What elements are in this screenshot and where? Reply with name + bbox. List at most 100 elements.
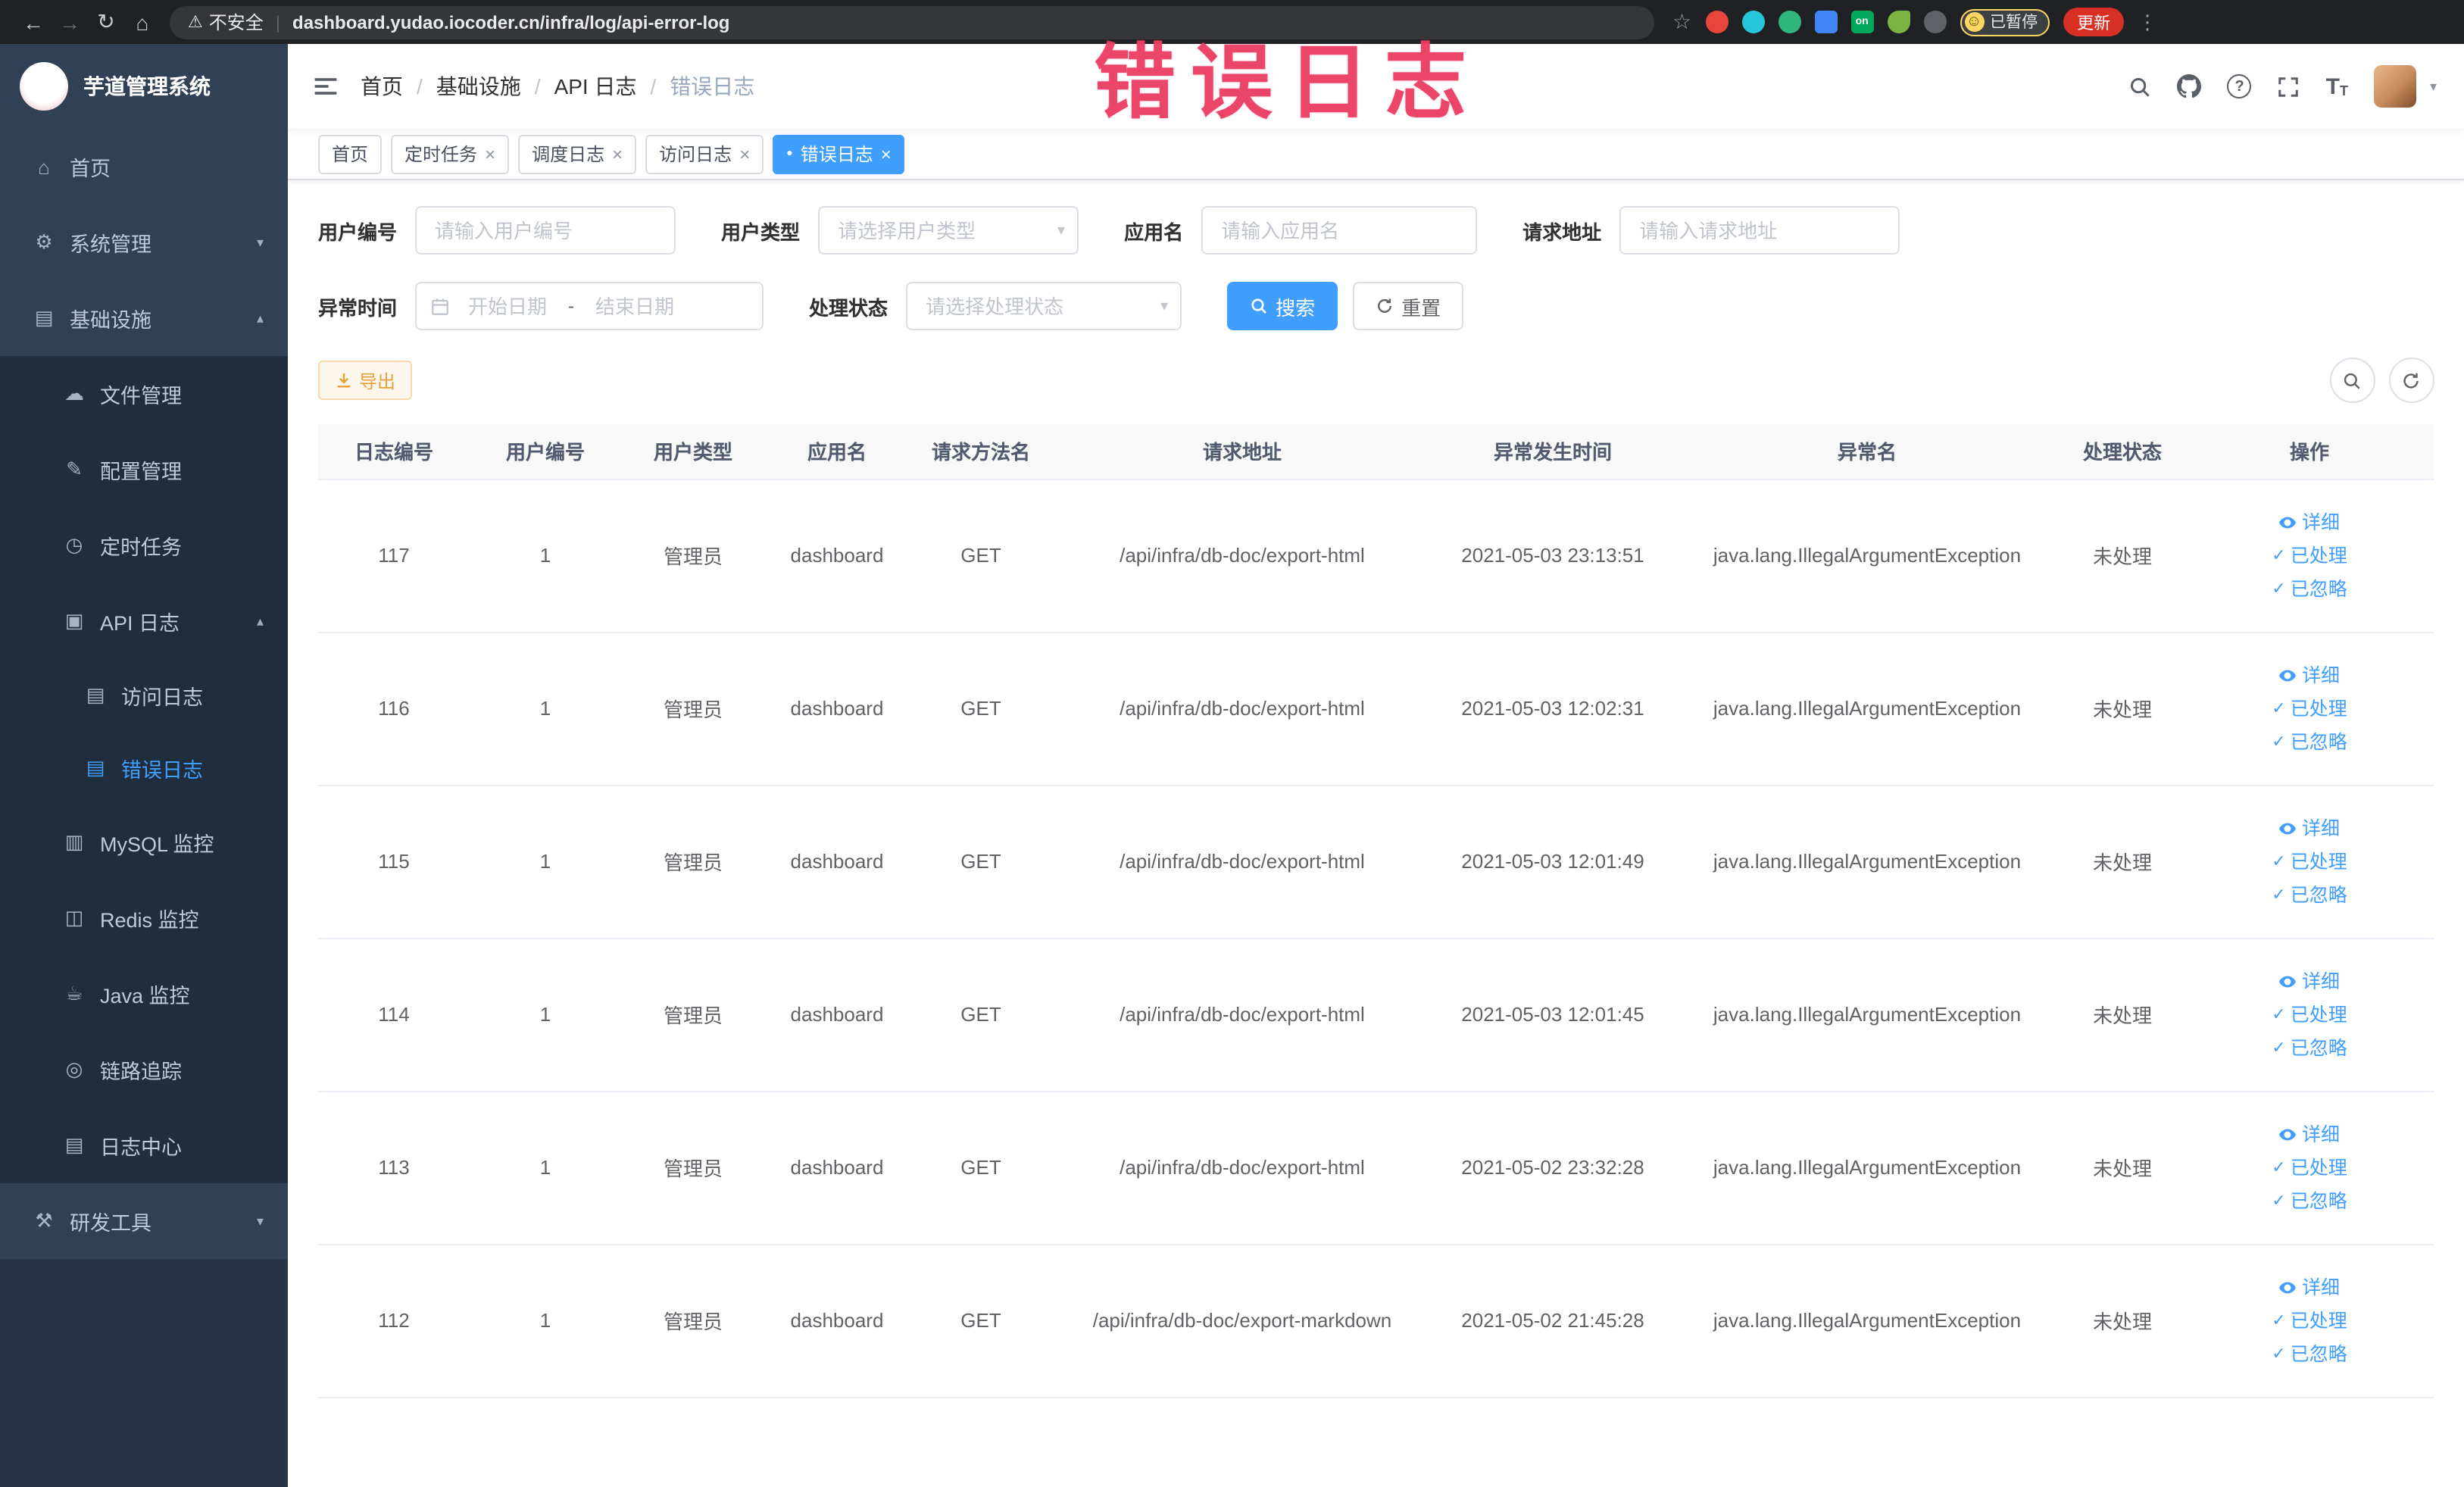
cell-user-type: 管理员 [621,1244,765,1398]
breadcrumb-item[interactable]: 首页 [361,71,403,102]
not-secure-label[interactable]: 不安全 [209,9,264,35]
edit-icon: ✎ [66,458,83,480]
detail-link[interactable]: 详细 [2191,1117,2428,1151]
collapse-sidebar-button[interactable] [312,73,339,100]
mark-ignored-link[interactable]: ✓ 已忽略 [2191,725,2428,758]
mark-ignored-link[interactable]: ✓ 已忽略 [2191,1184,2428,1217]
sidebar-item-mysql-monitor[interactable]: ▥ MySQL 监控 [0,804,288,880]
browser-update-button[interactable]: 更新 [2063,8,2125,36]
request-url-input[interactable] [1619,206,1900,255]
extension-icon[interactable] [1741,11,1765,33]
sidebar-item-config-mgmt[interactable]: ✎ 配置管理 [0,432,288,508]
browser-back-button[interactable]: ← [15,10,52,34]
font-size-large-glyph: T [2325,73,2340,99]
browser-reload-button[interactable]: ↻ [88,9,124,35]
font-size-icon[interactable]: TT [2326,75,2348,98]
sidebar-item-file-mgmt[interactable]: ☁ 文件管理 [0,356,288,432]
tab-scheduler-log[interactable]: 调度日志 × [518,134,637,173]
detail-link[interactable]: 详细 [2191,811,2428,845]
tab-home[interactable]: 首页 [318,134,383,173]
search-button[interactable]: 搜索 [1227,282,1338,330]
extension-icon[interactable] [1887,11,1910,33]
date-range-picker[interactable]: - [415,282,764,330]
tab-scheduled-jobs[interactable]: 定时任务 × [391,134,510,173]
close-icon[interactable]: × [612,145,623,163]
sidebar-item-home[interactable]: ⌂ 首页 [0,129,288,205]
col-header: 请求方法名 [909,424,1053,480]
sidebar-item-api-log[interactable]: ▣ API 日志 ▴ [0,583,288,659]
detail-link[interactable]: 详细 [2191,1270,2428,1304]
search-icon[interactable] [2129,75,2152,98]
end-date-input[interactable] [577,293,693,319]
user-id-input[interactable] [415,206,676,255]
toggle-search-button[interactable] [2329,358,2375,403]
mark-ignored-link[interactable]: ✓ 已忽略 [2191,1337,2428,1370]
detail-link[interactable]: 详细 [2191,964,2428,998]
col-header: 请求地址 [1053,424,1432,480]
sidebar-item-redis-monitor[interactable]: ◫ Redis 监控 [0,880,288,956]
tab-access-log[interactable]: 访问日志 × [645,134,764,173]
refresh-table-button[interactable] [2388,358,2434,403]
user-menu-caret-icon[interactable]: ▾ [2430,78,2437,95]
detail-link[interactable]: 详细 [2191,658,2428,692]
sidebar-item-label: 研发工具 [70,1212,151,1235]
extension-icon[interactable] [1814,11,1838,33]
sidebar-item-dev-tools[interactable]: ⚒ 研发工具 ▾ [0,1183,288,1259]
github-icon[interactable] [2177,74,2202,98]
mark-processed-link[interactable]: ✓ 已处理 [2191,1304,2428,1337]
app-title: 芋道管理系统 [83,74,211,98]
process-status-select[interactable] [906,282,1182,330]
sidebar-item-access-log[interactable]: ▤ 访问日志 [0,659,288,732]
fullscreen-icon[interactable] [2278,75,2300,98]
bookmark-star-icon[interactable]: ☆ [1672,9,1691,35]
sidebar-item-error-log[interactable]: ▤ 错误日志 [0,732,288,804]
user-avatar[interactable] [2373,65,2416,108]
address-bar[interactable]: ⚠ 不安全 | dashboard.yudao.iocoder.cn/infra… [170,5,1654,39]
sidebar-item-log-center[interactable]: ▤ 日志中心 [0,1107,288,1183]
paused-extension-badge[interactable]: ☺ 已暂停 [1960,8,2050,36]
sidebar-item-infrastructure[interactable]: ▤ 基础设施 ▴ [0,280,288,356]
mark-ignored-link[interactable]: ✓ 已忽略 [2191,572,2428,605]
browser-home-button[interactable]: ⌂ [124,10,161,34]
start-date-input[interactable] [450,293,566,319]
app-name-label: 应用名 [1124,220,1184,243]
export-button[interactable]: 导出 [318,361,413,400]
app-logo[interactable]: 芋道管理系统 [0,44,288,129]
page-url[interactable]: dashboard.yudao.iocoder.cn/infra/log/api… [292,11,729,33]
mark-processed-link[interactable]: ✓ 已处理 [2191,1151,2428,1184]
app-name-input[interactable] [1201,206,1478,255]
top-navbar: 首页 / 基础设施 / API 日志 / 错误日志 ? TT ▾ [288,44,2464,129]
col-header: 异常名 [1674,424,2060,480]
coffee-icon: ☕ [65,982,83,1004]
breadcrumb-item[interactable]: API 日志 [554,71,637,102]
extension-icon[interactable] [1923,11,1947,33]
extension-icon[interactable] [1705,11,1729,33]
close-icon[interactable]: × [881,145,892,163]
detail-link[interactable]: 详细 [2191,505,2428,539]
extension-icon[interactable] [1778,11,1801,33]
close-icon[interactable]: × [485,145,495,163]
refresh-icon [2403,372,2419,388]
browser-forward-button[interactable]: → [52,10,88,34]
detail-link-label: 详细 [2301,817,2340,839]
tab-error-log[interactable]: ● 错误日志 × [773,134,905,173]
mark-ignored-link[interactable]: ✓ 已忽略 [2191,878,2428,911]
help-icon[interactable]: ? [2227,74,2252,98]
extension-on-badge[interactable]: on [1850,11,1874,33]
sidebar-item-java-monitor[interactable]: ☕ Java 监控 [0,956,288,1032]
mark-processed-link[interactable]: ✓ 已处理 [2191,998,2428,1031]
close-icon[interactable]: × [739,145,750,163]
table-tools [2329,358,2434,403]
mark-processed-link[interactable]: ✓ 已处理 [2191,539,2428,572]
mark-processed-link[interactable]: ✓ 已处理 [2191,845,2428,878]
sidebar-item-trace[interactable]: ◎ 链路追踪 [0,1032,288,1107]
sidebar-item-system-mgmt[interactable]: ⚙ 系统管理 ▾ [0,205,288,280]
user-type-select[interactable] [818,206,1079,255]
mark-ignored-link[interactable]: ✓ 已忽略 [2191,1031,2428,1064]
browser-menu-icon[interactable]: ⋮ [2138,10,2157,34]
mark-processed-link[interactable]: ✓ 已处理 [2191,692,2428,725]
sidebar-item-scheduled-jobs[interactable]: ◷ 定时任务 [0,508,288,583]
breadcrumb-item[interactable]: 基础设施 [436,71,521,102]
detail-link-label: 详细 [2301,1276,2340,1298]
reset-button[interactable]: 重置 [1353,282,1464,330]
